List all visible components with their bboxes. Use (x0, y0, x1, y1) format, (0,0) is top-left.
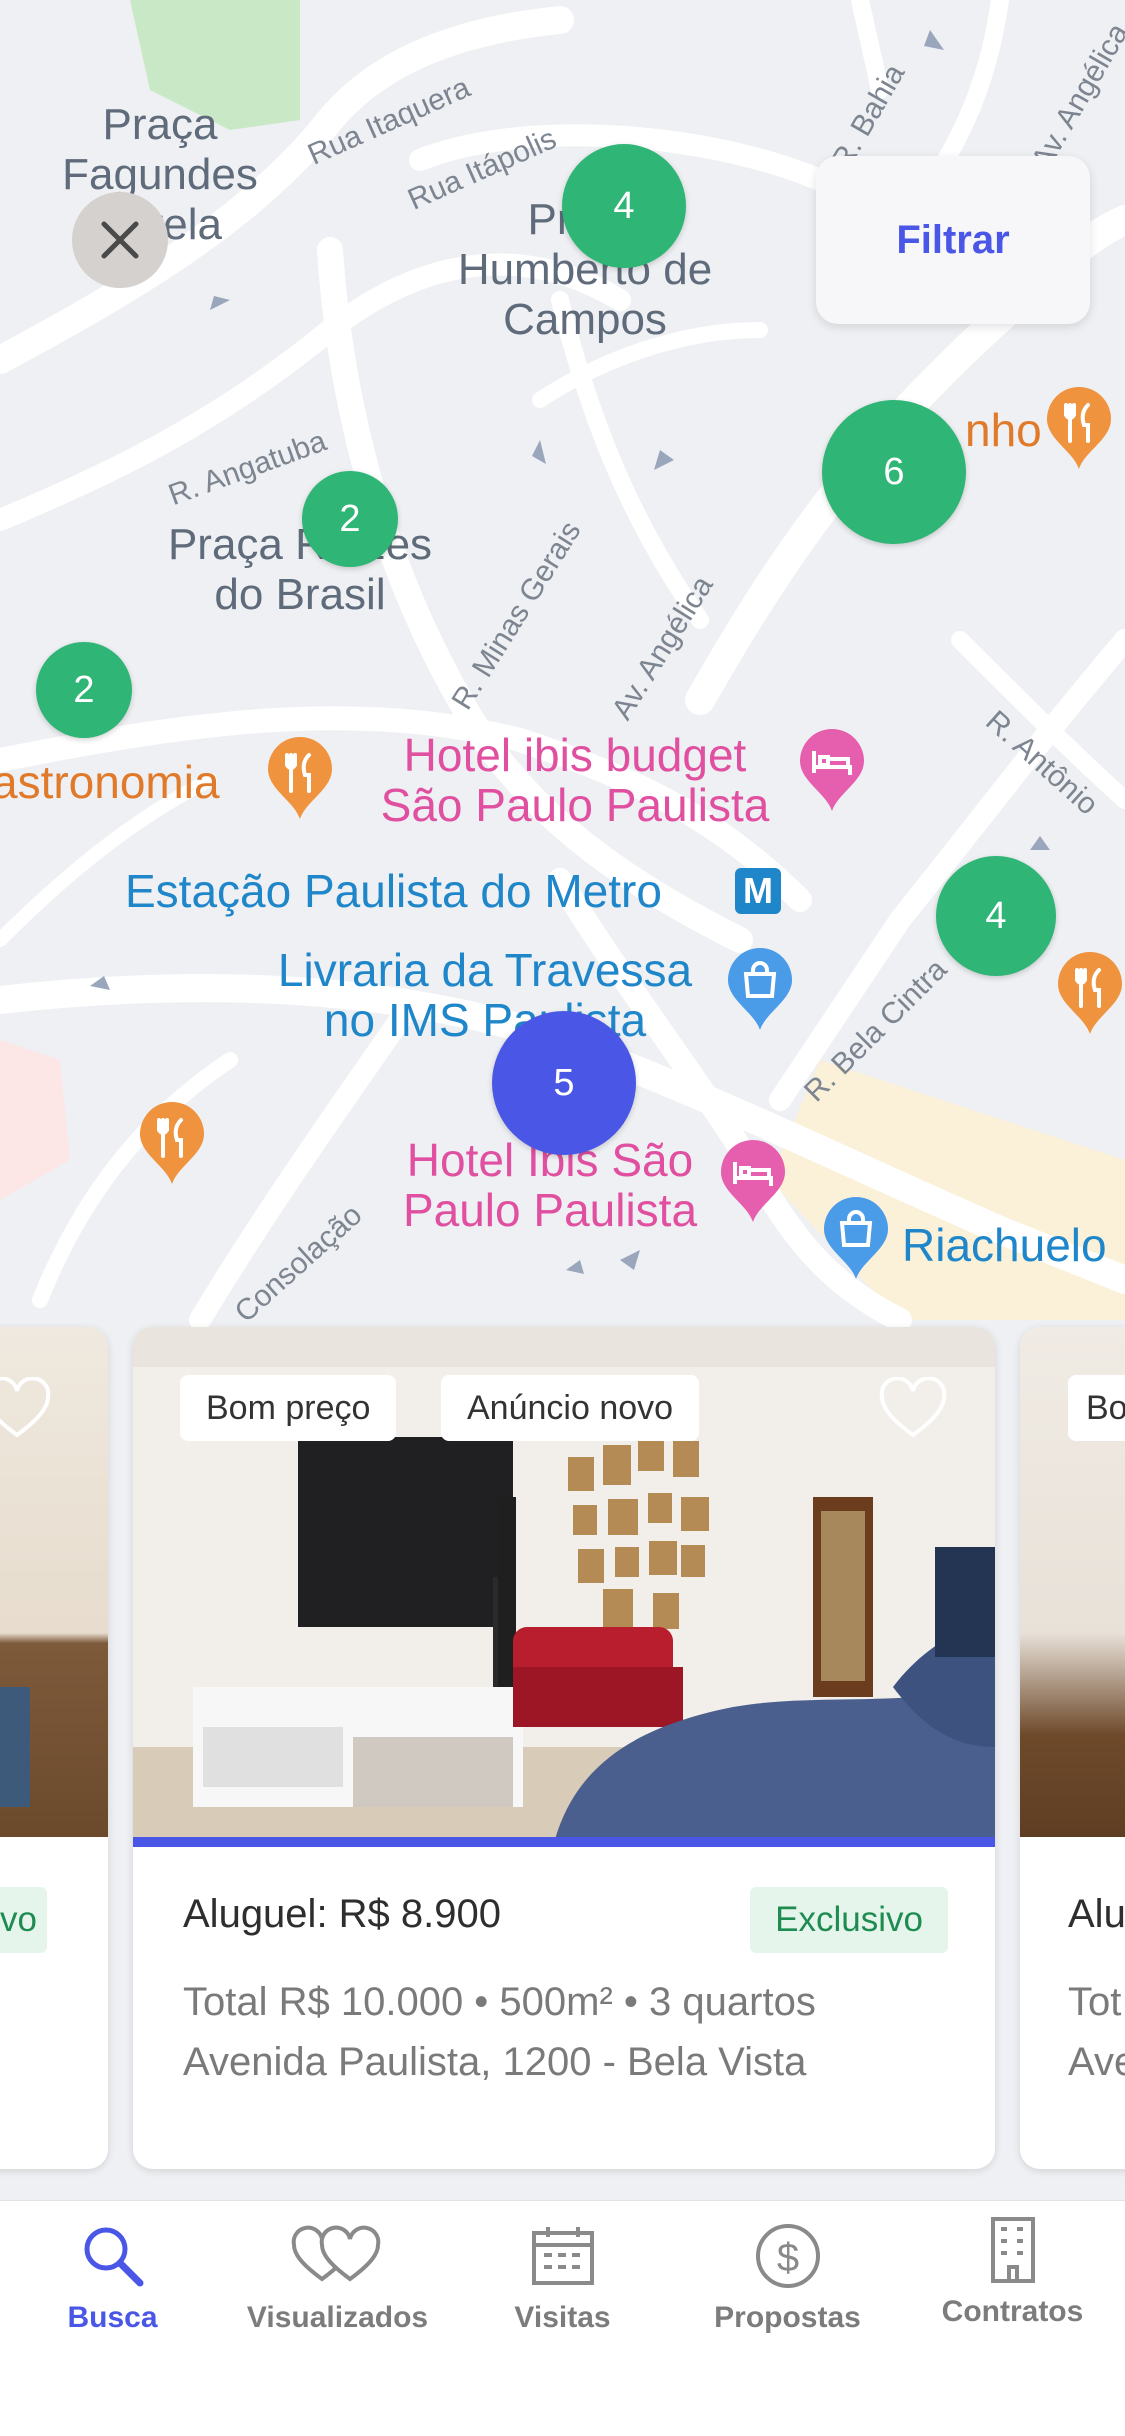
tab-label: Propostas (714, 2301, 861, 2334)
map-cluster-marker[interactable]: 4 (562, 144, 686, 268)
tag-new-listing: Anúncio novo (441, 1375, 700, 1441)
poi-label-gastronomia: astronomia (0, 756, 220, 808)
photo-progress-bar (133, 1837, 995, 1847)
property-card-next[interactable]: Bo Alu Tot Ave (1020, 1327, 1125, 2169)
restaurant-pin-icon[interactable] (1043, 385, 1115, 471)
poi-label-metro: Estação Paulista do Metro (125, 865, 662, 917)
tab-label: Visualizados (246, 2301, 429, 2334)
property-address: Ave (1068, 2040, 1125, 2084)
map-cluster-marker-selected[interactable]: 5 (492, 1011, 636, 1155)
bottom-tab-bar: Busca Visualizados Visitas $ Propostas C… (0, 2200, 1125, 2436)
tab-busca[interactable]: Busca (0, 2201, 225, 2436)
close-icon (101, 221, 139, 259)
tab-label: Busca (67, 2301, 158, 2334)
hearts-icon (291, 2225, 380, 2282)
property-summary: Tot (1068, 1980, 1122, 2024)
tab-label: Visitas (514, 2301, 611, 2334)
heart-icon[interactable] (0, 1377, 52, 1441)
map-cluster-marker[interactable]: 4 (936, 856, 1056, 976)
tab-propostas[interactable]: $ Propostas (675, 2201, 900, 2436)
tab-contratos[interactable]: Contratos (900, 2201, 1125, 2436)
close-button[interactable] (72, 192, 168, 288)
metro-icon: M (735, 868, 781, 914)
map-cluster-marker[interactable]: 6 (822, 400, 966, 544)
shopping-pin-icon[interactable] (820, 1195, 892, 1281)
property-details: Total R$ 10.000 • 500m² • 3 quartos Aven… (183, 1972, 816, 2092)
calendar-icon (531, 2227, 594, 2285)
filter-button[interactable]: Filtrar (816, 156, 1090, 324)
map-cluster-marker[interactable]: 2 (302, 471, 398, 567)
tag-good-price: Bom preço (180, 1375, 397, 1441)
heart-icon[interactable] (878, 1377, 948, 1441)
search-icon (84, 2227, 143, 2287)
poi-label-restaurant-top: nho (965, 404, 1042, 456)
restaurant-pin-icon[interactable] (1054, 950, 1125, 1036)
property-address: Avenida Paulista, 1200 - Bela Vista (183, 2040, 807, 2084)
restaurant-pin-icon[interactable] (136, 1100, 208, 1186)
tab-visualizados[interactable]: Visualizados (225, 2201, 450, 2436)
tag-good-price: Bo (1068, 1375, 1125, 1441)
svg-text:$: $ (776, 2236, 798, 2280)
poi-label-riachuelo: Riachuelo (902, 1219, 1107, 1271)
property-card[interactable]: Bom preço Anúncio novo Aluguel: R$ 8.900… (133, 1327, 995, 2169)
hotel-pin-icon[interactable] (796, 727, 868, 813)
restaurant-pin-icon[interactable] (264, 735, 336, 821)
rent-price: Aluguel: R$ 8.900 (183, 1892, 502, 1936)
rent-price: Alu (1068, 1892, 1125, 1936)
property-summary: Total R$ 10.000 • 500m² • 3 quartos (183, 1980, 816, 2024)
poi-label-livraria: Livraria da Travessa no IMS Paulista (277, 944, 693, 1046)
dollar-icon: $ (755, 2224, 820, 2288)
exclusive-badge: vo (0, 1887, 47, 1953)
tab-label: Contratos (941, 2295, 1084, 2328)
poi-label-hotel-ibis-budget: Hotel ibis budget São Paulo Paulista (380, 729, 770, 831)
tab-visitas[interactable]: Visitas (450, 2201, 675, 2436)
property-card-previous[interactable]: vo (0, 1327, 108, 2169)
property-details: Tot Ave (1068, 1972, 1125, 2092)
map-cluster-marker[interactable]: 2 (36, 642, 132, 738)
hotel-pin-icon[interactable] (717, 1138, 789, 1224)
shopping-pin-icon[interactable] (724, 946, 796, 1032)
building-icon (990, 2217, 1035, 2283)
place-label-raizes-do-brasil: Praça Raízes do Brasil (167, 520, 433, 619)
exclusive-badge: Exclusivo (750, 1887, 948, 1953)
